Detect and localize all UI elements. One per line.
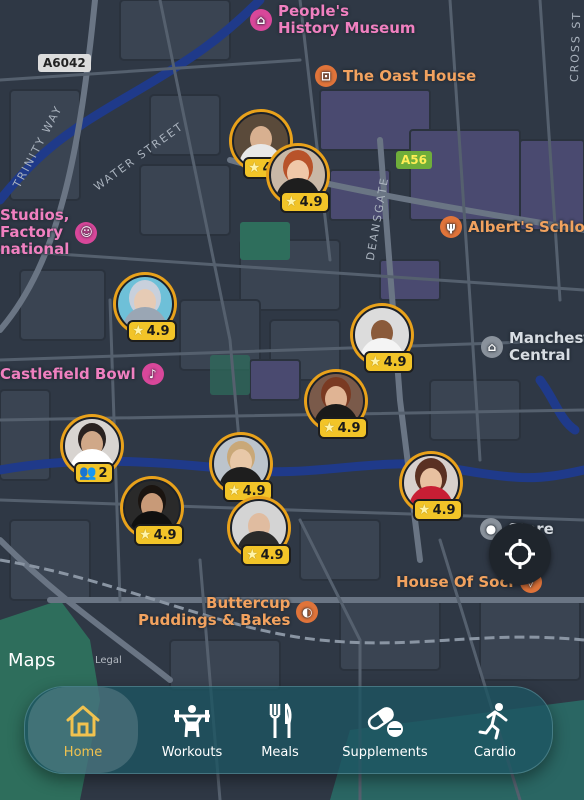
poi-label: House Of Soci [396,572,514,591]
maps-logo-text: Maps [8,650,56,671]
music-icon: ♪ [141,363,164,385]
tab-supplements[interactable]: Supplements [330,687,440,773]
tab-home[interactable]: Home [28,687,138,773]
tab-label: Workouts [161,744,223,760]
tab-label: Meals [261,744,299,760]
crosshair-icon [505,539,535,569]
poi-label: Buttercup Puddings & Bakes [138,594,291,629]
trainer-marker[interactable]: ★4.9 [399,451,471,523]
running-icon [478,702,508,739]
map-screen: A6042 A56 TRINITY WAY WATER STREET DEANS… [0,0,584,800]
star-icon: ★ [248,160,261,176]
poi-manchester-central[interactable]: ⌂ Manchester Central [481,330,584,364]
star-icon: ★ [139,527,152,543]
star-icon: ★ [323,420,336,436]
star-icon: ★ [246,547,259,563]
pub-icon: ⊡ [315,65,337,87]
tab-meals[interactable]: Meals [225,687,335,773]
poi-castlefield-bowl[interactable]: Castlefield Bowl ♪ [0,363,164,385]
poi-label: Albert's Schlos [468,217,584,236]
poi-label: Manchester Central [509,329,584,364]
museum-icon: ⌂ [250,9,272,31]
tab-label: Supplements [342,744,428,760]
locate-me-button[interactable] [489,523,551,585]
rating-badge: ★4.9 [134,524,184,546]
restaurant-icon: ψ [440,216,462,238]
group-count-badge: 👥 2 [74,462,115,484]
home-icon [66,705,100,736]
star-icon: ★ [132,323,145,339]
venue-icon: ⌂ [481,336,503,358]
rating-badge: ★4.9 [318,417,368,439]
rating-badge: ★4.9 [413,499,463,521]
trainer-marker[interactable]: ★4.9 [304,369,376,441]
rating-badge: ★4.9 [127,320,177,342]
road-shield-a6042: A6042 [38,54,91,72]
tab-cardio[interactable]: Cardio [442,687,548,773]
legal-link[interactable]: Legal [95,655,122,666]
maps-attribution-logo: Maps [6,650,55,671]
street-label-cross-st: CROSS ST [567,10,584,83]
rating-badge: ★4.9 [280,191,330,213]
poi-alberts-schloss[interactable]: ψ Albert's Schlos [440,216,584,238]
fork-knife-icon [269,702,292,738]
star-icon: ★ [285,194,298,210]
bakery-icon: ◐ [296,601,319,623]
trainer-marker[interactable]: ★4.9 [350,303,422,375]
trainer-marker[interactable]: ★4.9 [227,496,299,568]
bottom-tab-bar: Home Workouts Meals Supplements Cardio [24,686,553,774]
star-icon: ★ [418,502,431,518]
theater-icon: ☺ [75,221,98,244]
poi-studios-factory[interactable]: Studios, Factory national ☺ [0,206,98,258]
poi-label: People's History Museum [278,2,416,37]
poi-label: The Oast House [343,66,477,85]
poi-buttercup-bakes[interactable]: Buttercup Puddings & Bakes ◐ [138,594,319,629]
poi-label: Castlefield Bowl [0,364,136,383]
trainer-marker[interactable]: ★4.9 [209,432,281,504]
tab-label: Cardio [474,744,516,760]
people-icon: 👥 [79,465,97,481]
trainer-marker[interactable]: ★4.9 [120,476,192,548]
poi-label: Studios, Factory national [0,206,70,258]
star-icon: ★ [369,354,382,370]
rating-badge: ★4.9 [241,544,291,566]
trainer-marker[interactable]: ★4.9 [113,272,185,344]
poi-oast-house[interactable]: ⊡ The Oast House [315,65,476,87]
pills-icon [367,706,403,737]
weightlifting-icon [174,704,210,737]
road-shield-a56: A56 [396,151,432,169]
trainer-marker[interactable]: ★4.9 [266,143,338,215]
tab-label: Home [63,744,103,760]
poi-peoples-history-museum[interactable]: ⌂ People's History Museum [250,3,416,37]
